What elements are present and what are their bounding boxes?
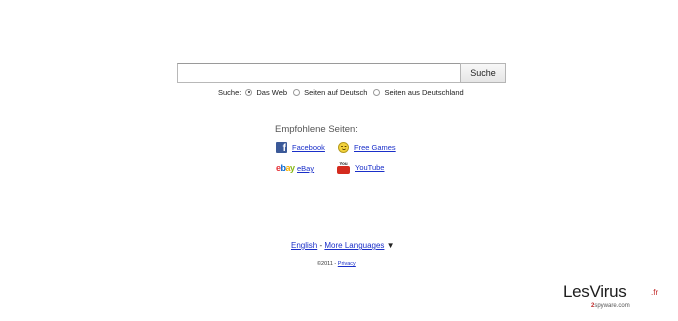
page: Suche Suche: Das Web Seiten auf Deutsch … (0, 0, 678, 321)
recommended-free-games[interactable]: Free Games (338, 142, 396, 153)
watermark-subtitle: 2spyware.com (591, 303, 630, 309)
youtube-icon[interactable]: You (337, 161, 350, 174)
recommended-ebay[interactable]: ebay eBay (276, 163, 314, 174)
radio-web[interactable] (245, 88, 253, 96)
language-row: English - More Languages ▼ (291, 241, 395, 250)
watermark-brand: LesVirus (563, 282, 627, 301)
dropdown-arrow-icon[interactable]: ▼ (387, 241, 395, 250)
free-games-link[interactable]: Free Games (354, 143, 396, 152)
watermark-sub-text: spyware.com (594, 303, 630, 309)
watermark-tld: .fr (651, 288, 659, 297)
copyright-text: ©2011 - (317, 261, 337, 267)
watermark-logo: LesVirus .fr 2spyware.com (563, 282, 675, 318)
search-scope-row: Suche: Das Web Seiten auf Deutsch Seiten… (218, 86, 470, 98)
search-input[interactable] (177, 63, 463, 83)
facebook-icon[interactable]: f (276, 142, 287, 154)
radio-german-pages[interactable] (293, 88, 301, 96)
english-link[interactable]: English (291, 241, 317, 250)
scope-option-germany-pages-label: Seiten aus Deutschland (384, 87, 464, 97)
search-button[interactable]: Suche (460, 63, 506, 83)
search-scope-label: Suche: (218, 87, 242, 97)
privacy-link[interactable]: Privacy (338, 261, 356, 267)
scope-option-web[interactable]: Das Web (245, 88, 287, 97)
recommended-youtube[interactable]: You YouTube (337, 161, 384, 174)
scope-option-web-label: Das Web (256, 87, 288, 97)
copyright-row: ©2011 - Privacy (317, 261, 356, 267)
recommended-facebook[interactable]: f Facebook (276, 142, 325, 154)
scope-option-germany-pages[interactable]: Seiten aus Deutschland (373, 87, 464, 97)
scope-option-german-pages-label: Seiten auf Deutsch (304, 87, 368, 97)
recommended-title: Empfohlene Seiten: (275, 124, 358, 135)
smiley-icon[interactable] (338, 142, 349, 153)
facebook-link[interactable]: Facebook (292, 143, 325, 152)
more-languages-link[interactable]: More Languages (324, 241, 384, 250)
scope-option-german-pages[interactable]: Seiten auf Deutsch (293, 88, 367, 97)
ebay-icon[interactable]: ebay (276, 163, 295, 174)
language-separator: - (319, 241, 323, 250)
radio-germany-pages[interactable] (373, 88, 381, 96)
youtube-link[interactable]: YouTube (355, 163, 384, 172)
ebay-link[interactable]: eBay (297, 164, 314, 173)
